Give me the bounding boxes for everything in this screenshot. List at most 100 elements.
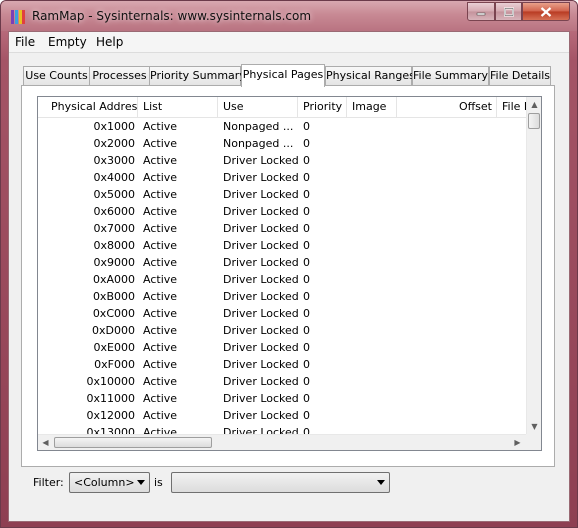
- client-area: File Empty Help Use Counts Processes Pri…: [8, 31, 570, 522]
- cell-use: Driver Locked: [223, 358, 299, 371]
- tab-priority-summary[interactable]: Priority Summary: [149, 66, 246, 85]
- scroll-right-icon[interactable]: ▶: [510, 435, 525, 450]
- cell-priority: 0: [303, 409, 310, 422]
- horizontal-scroll-thumb[interactable]: [54, 437, 212, 448]
- cell-use: Driver Locked: [223, 188, 299, 201]
- menu-bar: File Empty Help: [9, 32, 569, 53]
- tab-physical-ranges[interactable]: Physical Ranges: [325, 66, 415, 85]
- cell-list: Active: [143, 375, 178, 388]
- scrollbar-corner: [526, 434, 541, 450]
- table-row[interactable]: 0x11000 Active Driver Locked 0: [38, 390, 526, 407]
- cell-list: Active: [143, 137, 178, 150]
- cell-physical-address: 0x6000: [93, 205, 135, 218]
- tab-file-summary[interactable]: File Summary: [412, 66, 489, 85]
- window-title: RamMap - Sysinternals: www.sysinternals.…: [32, 9, 312, 23]
- title-bar[interactable]: RamMap - Sysinternals: www.sysinternals.…: [1, 1, 577, 31]
- table-row[interactable]: 0x12000 Active Driver Locked 0: [38, 407, 526, 424]
- table-row[interactable]: 0x4000 Active Driver Locked 0: [38, 169, 526, 186]
- physical-pages-table[interactable]: Physical Address List Use Priority Image…: [37, 96, 542, 451]
- maximize-button[interactable]: [495, 2, 522, 21]
- table-row[interactable]: 0x3000 Active Driver Locked 0: [38, 152, 526, 169]
- table-row[interactable]: 0x10000 Active Driver Locked 0: [38, 373, 526, 390]
- table-row[interactable]: 0x5000 Active Driver Locked 0: [38, 186, 526, 203]
- cell-list: Active: [143, 324, 178, 337]
- scroll-down-icon[interactable]: ▼: [527, 419, 541, 434]
- column-priority[interactable]: Priority: [298, 97, 347, 117]
- cell-use: Nonpaged ...: [223, 120, 294, 133]
- cell-list: Active: [143, 222, 178, 235]
- cell-use: Driver Locked: [223, 324, 299, 337]
- close-button[interactable]: [522, 2, 570, 21]
- scroll-up-icon[interactable]: ▲: [527, 97, 541, 112]
- menu-empty[interactable]: Empty: [48, 35, 87, 49]
- cell-priority: 0: [303, 120, 310, 133]
- cell-priority: 0: [303, 222, 310, 235]
- table-row[interactable]: 0x7000 Active Driver Locked 0: [38, 220, 526, 237]
- menu-help[interactable]: Help: [96, 35, 123, 49]
- tab-physical-pages[interactable]: Physical Pages: [241, 64, 325, 87]
- cell-list: Active: [143, 256, 178, 269]
- cell-physical-address: 0xB000: [92, 290, 135, 303]
- minimize-icon: [476, 12, 486, 15]
- cell-list: Active: [143, 358, 178, 371]
- app-window: RamMap - Sysinternals: www.sysinternals.…: [0, 0, 578, 528]
- column-physical-address[interactable]: Physical Address: [38, 97, 138, 117]
- cell-list: Active: [143, 307, 178, 320]
- cell-priority: 0: [303, 290, 310, 303]
- cell-physical-address: 0xA000: [92, 273, 135, 286]
- cell-list: Active: [143, 120, 178, 133]
- cell-list: Active: [143, 341, 178, 354]
- cell-priority: 0: [303, 324, 310, 337]
- column-file-name[interactable]: File N: [497, 97, 526, 117]
- tab-use-counts[interactable]: Use Counts: [23, 66, 90, 85]
- cell-list: Active: [143, 273, 178, 286]
- cell-physical-address: 0x5000: [93, 188, 135, 201]
- cell-use: Driver Locked: [223, 273, 299, 286]
- cell-physical-address: 0x12000: [86, 409, 135, 422]
- cell-use: Driver Locked: [223, 341, 299, 354]
- table-row[interactable]: 0xE000 Active Driver Locked 0: [38, 339, 526, 356]
- tab-processes[interactable]: Processes: [89, 66, 150, 85]
- minimize-button[interactable]: [467, 2, 495, 21]
- cell-priority: 0: [303, 137, 310, 150]
- rammap-app-icon: [11, 10, 25, 24]
- cell-priority: 0: [303, 273, 310, 286]
- cell-use: Driver Locked: [223, 222, 299, 235]
- cell-priority: 0: [303, 392, 310, 405]
- scroll-left-icon[interactable]: ◀: [38, 435, 53, 450]
- tab-file-details[interactable]: File Details: [489, 66, 551, 85]
- table-row[interactable]: 0x1000 Active Nonpaged ... 0: [38, 118, 526, 135]
- cell-physical-address: 0x4000: [93, 171, 135, 184]
- horizontal-scrollbar[interactable]: ◀ ▶: [38, 434, 526, 450]
- column-use[interactable]: Use: [218, 97, 298, 117]
- cell-use: Driver Locked: [223, 256, 299, 269]
- vertical-scroll-thumb[interactable]: [528, 113, 540, 129]
- table-row[interactable]: 0x2000 Active Nonpaged ... 0: [38, 135, 526, 152]
- cell-use: Driver Locked: [223, 307, 299, 320]
- cell-use: Driver Locked: [223, 392, 299, 405]
- table-row[interactable]: 0xA000 Active Driver Locked 0: [38, 271, 526, 288]
- table-row[interactable]: 0xD000 Active Driver Locked 0: [38, 322, 526, 339]
- cell-list: Active: [143, 154, 178, 167]
- column-offset[interactable]: Offset: [397, 97, 497, 117]
- table-row[interactable]: 0x9000 Active Driver Locked 0: [38, 254, 526, 271]
- column-list[interactable]: List: [138, 97, 218, 117]
- table-row[interactable]: 0x8000 Active Driver Locked 0: [38, 237, 526, 254]
- table-row[interactable]: 0x6000 Active Driver Locked 0: [38, 203, 526, 220]
- maximize-icon: [503, 7, 514, 16]
- column-image[interactable]: Image: [347, 97, 397, 117]
- filter-label: Filter:: [33, 476, 64, 489]
- cell-physical-address: 0x10000: [86, 375, 135, 388]
- table-row[interactable]: 0xC000 Active Driver Locked 0: [38, 305, 526, 322]
- table-row[interactable]: 0xB000 Active Driver Locked 0: [38, 288, 526, 305]
- cell-use: Driver Locked: [223, 205, 299, 218]
- filter-value-select[interactable]: [171, 472, 390, 493]
- cell-priority: 0: [303, 307, 310, 320]
- filter-column-select[interactable]: <Column>: [69, 472, 150, 493]
- physical-pages-panel: Physical Address List Use Priority Image…: [21, 85, 555, 467]
- vertical-scrollbar[interactable]: ▲ ▼: [526, 97, 541, 434]
- cell-list: Active: [143, 239, 178, 252]
- menu-file[interactable]: File: [15, 35, 35, 49]
- cell-priority: 0: [303, 154, 310, 167]
- table-row[interactable]: 0xF000 Active Driver Locked 0: [38, 356, 526, 373]
